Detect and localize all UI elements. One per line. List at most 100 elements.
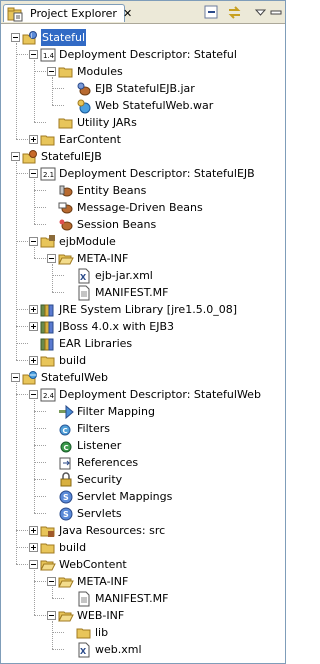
tree-item[interactable]: 2.1 Deployment Descriptor: StatefulEJB bbox=[29, 165, 255, 182]
collapse-icon[interactable] bbox=[29, 50, 38, 59]
link-with-editor-icon[interactable] bbox=[227, 5, 242, 20]
tree-item[interactable]: WEB-INF bbox=[47, 607, 124, 624]
xml-file-icon: X bbox=[76, 642, 92, 658]
tree-connector bbox=[52, 587, 53, 598]
tree-item[interactable]: lib bbox=[65, 624, 108, 641]
tree-item[interactable]: Xweb.xml bbox=[65, 641, 142, 658]
source-folder-icon bbox=[40, 234, 56, 250]
security-icon bbox=[58, 471, 74, 488]
tree-item[interactable]: build bbox=[29, 539, 86, 556]
servlet-icon: S bbox=[58, 506, 74, 522]
tree-item[interactable]: Web StatefulWeb.war bbox=[65, 97, 213, 114]
collapse-icon[interactable] bbox=[29, 169, 38, 178]
svg-text:X: X bbox=[80, 273, 87, 282]
tree-item-label: Filter Mapping bbox=[77, 405, 155, 418]
expand-icon[interactable] bbox=[29, 526, 38, 535]
collapse-icon[interactable] bbox=[47, 254, 56, 263]
tree-item-label: Deployment Descriptor: Stateful bbox=[59, 48, 237, 61]
expand-icon[interactable] bbox=[29, 135, 38, 144]
project-explorer-view: Project Explorer ✕ J Stateful 1.4 Deploymen… bbox=[0, 0, 286, 664]
tree-item[interactable]: ejbModule bbox=[29, 233, 116, 250]
tree-connector bbox=[34, 462, 46, 463]
collapse-icon[interactable] bbox=[11, 373, 20, 382]
tree-item[interactable]: Filter Mapping bbox=[47, 403, 155, 420]
tree-connector bbox=[16, 54, 28, 55]
tree-connector bbox=[34, 479, 46, 480]
tree-item[interactable]: Security bbox=[47, 471, 122, 488]
tree-item[interactable]: 1.4 Deployment Descriptor: Stateful bbox=[29, 46, 237, 63]
tree-item[interactable]: WebContent bbox=[29, 556, 127, 573]
tree-item[interactable]: StatefulEJB bbox=[11, 148, 102, 165]
tree-connector bbox=[52, 77, 53, 105]
tree-item[interactable]: META-INF bbox=[47, 250, 128, 267]
tree-item[interactable]: Modules bbox=[47, 63, 123, 80]
tree-item-label: JBoss 4.0.x with EJB3 bbox=[59, 320, 175, 333]
tree-item[interactable]: MANIFEST.MF bbox=[65, 284, 168, 301]
collapse-icon[interactable] bbox=[47, 67, 56, 76]
tree-item[interactable]: References bbox=[47, 454, 138, 471]
collapse-icon[interactable] bbox=[29, 390, 38, 399]
tree-item[interactable]: MANIFEST.MF bbox=[65, 590, 168, 607]
svg-text:S: S bbox=[63, 493, 69, 502]
ejb-module-icon bbox=[76, 81, 92, 97]
tree-item[interactable]: StatefulWeb bbox=[11, 369, 108, 386]
tree-item-label: Message-Driven Beans bbox=[77, 201, 203, 214]
tree-item[interactable]: C Listener bbox=[47, 437, 121, 454]
folder-icon bbox=[58, 115, 74, 131]
tree-item-label: META-INF bbox=[77, 575, 129, 588]
tree-item[interactable]: 2.4 Deployment Descriptor: StatefulWeb bbox=[29, 386, 261, 403]
tree-item[interactable]: EarContent bbox=[29, 131, 121, 148]
tree-connector bbox=[34, 445, 46, 446]
collapse-icon[interactable] bbox=[47, 611, 56, 620]
view-title: Project Explorer bbox=[30, 7, 117, 20]
collapse-icon[interactable] bbox=[29, 237, 38, 246]
tree-connector bbox=[34, 615, 46, 616]
descriptor-24-icon: 2.4 bbox=[40, 387, 56, 403]
ear-project-icon: J bbox=[22, 30, 38, 46]
collapse-icon[interactable] bbox=[47, 577, 56, 586]
tree-item[interactable]: Session Beans bbox=[47, 216, 156, 233]
tree-item[interactable]: Xejb-jar.xml bbox=[65, 267, 153, 284]
tree-connector bbox=[34, 570, 35, 615]
tree-item[interactable]: EJB StatefulEJB.jar bbox=[65, 80, 195, 97]
tree-connector bbox=[16, 173, 28, 174]
tree-item-label: Servlets bbox=[77, 507, 122, 520]
collapse-icon[interactable] bbox=[11, 33, 20, 42]
folder-open-icon bbox=[58, 608, 74, 624]
tree-item[interactable]: S Servlets bbox=[47, 505, 122, 522]
tree-item[interactable]: Utility JARs bbox=[47, 114, 137, 131]
tree-item[interactable]: build bbox=[29, 352, 86, 369]
expand-icon[interactable] bbox=[29, 356, 38, 365]
tree-item[interactable]: C Filters bbox=[47, 420, 110, 437]
project-explorer-tab[interactable]: Project Explorer ✕ bbox=[3, 4, 132, 22]
collapse-icon[interactable] bbox=[29, 560, 38, 569]
tree-item[interactable]: Message-Driven Beans bbox=[47, 199, 203, 216]
svg-text:C: C bbox=[64, 444, 69, 452]
collapse-all-icon[interactable] bbox=[204, 5, 219, 20]
expand-icon[interactable] bbox=[29, 322, 38, 331]
close-icon[interactable]: ✕ bbox=[123, 7, 132, 20]
library-icon bbox=[40, 302, 56, 318]
tree-item[interactable]: EAR Libraries bbox=[29, 335, 132, 352]
tree-connector bbox=[34, 60, 35, 122]
tree-item[interactable]: S Servlet Mappings bbox=[47, 488, 172, 505]
expand-icon[interactable] bbox=[29, 543, 38, 552]
tree-item[interactable]: Entity Beans bbox=[47, 182, 146, 199]
tree-item[interactable]: Java Resources: src bbox=[29, 522, 165, 539]
folder-open-icon bbox=[40, 557, 56, 573]
expand-icon[interactable] bbox=[29, 305, 38, 314]
tree-item-label: EAR Libraries bbox=[59, 337, 133, 350]
tree-item-label: MANIFEST.MF bbox=[95, 286, 169, 299]
minimize-icon[interactable] bbox=[269, 5, 284, 20]
xml-file-icon: X bbox=[76, 268, 92, 284]
collapse-icon[interactable] bbox=[11, 152, 20, 161]
library-icon bbox=[40, 319, 56, 335]
view-menu-icon[interactable] bbox=[253, 5, 268, 20]
tree-connector bbox=[16, 383, 17, 564]
tree-item[interactable]: JRE System Library [jre1.5.0_08] bbox=[29, 301, 237, 318]
tree-item[interactable]: JBoss 4.0.x with EJB3 bbox=[29, 318, 174, 335]
folder-icon bbox=[40, 132, 56, 148]
tree-item[interactable]: META-INF bbox=[47, 573, 128, 590]
text-file-icon bbox=[76, 285, 92, 301]
tree-item[interactable]: J Stateful bbox=[11, 29, 87, 46]
